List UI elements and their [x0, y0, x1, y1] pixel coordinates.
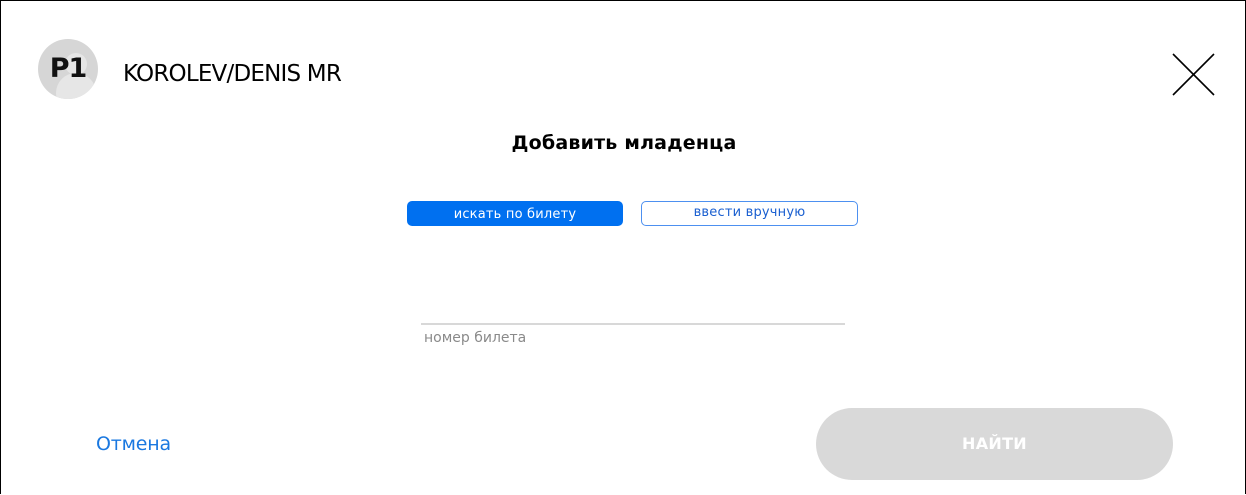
add-infant-dialog: P1 KOROLEV/DENIS MR Добавить младенца ис…	[0, 0, 1246, 494]
passenger-code: P1	[49, 53, 88, 84]
ticket-number-input[interactable]	[421, 301, 845, 323]
close-icon[interactable]	[1171, 52, 1216, 97]
find-button[interactable]: НАЙТИ	[816, 408, 1173, 480]
ticket-number-label: номер билета	[424, 330, 527, 346]
passenger-name: KOROLEV/DENIS MR	[123, 61, 342, 87]
ticket-number-underline	[421, 323, 845, 325]
cancel-link[interactable]: Отмена	[96, 433, 171, 455]
dialog-title: Добавить младенца	[511, 132, 737, 154]
ticket-number-field[interactable]	[421, 301, 845, 323]
enter-manually-button[interactable]: ввести вручную	[641, 201, 858, 226]
avatar: P1	[38, 39, 98, 99]
search-by-ticket-button[interactable]: искать по билету	[407, 201, 623, 226]
